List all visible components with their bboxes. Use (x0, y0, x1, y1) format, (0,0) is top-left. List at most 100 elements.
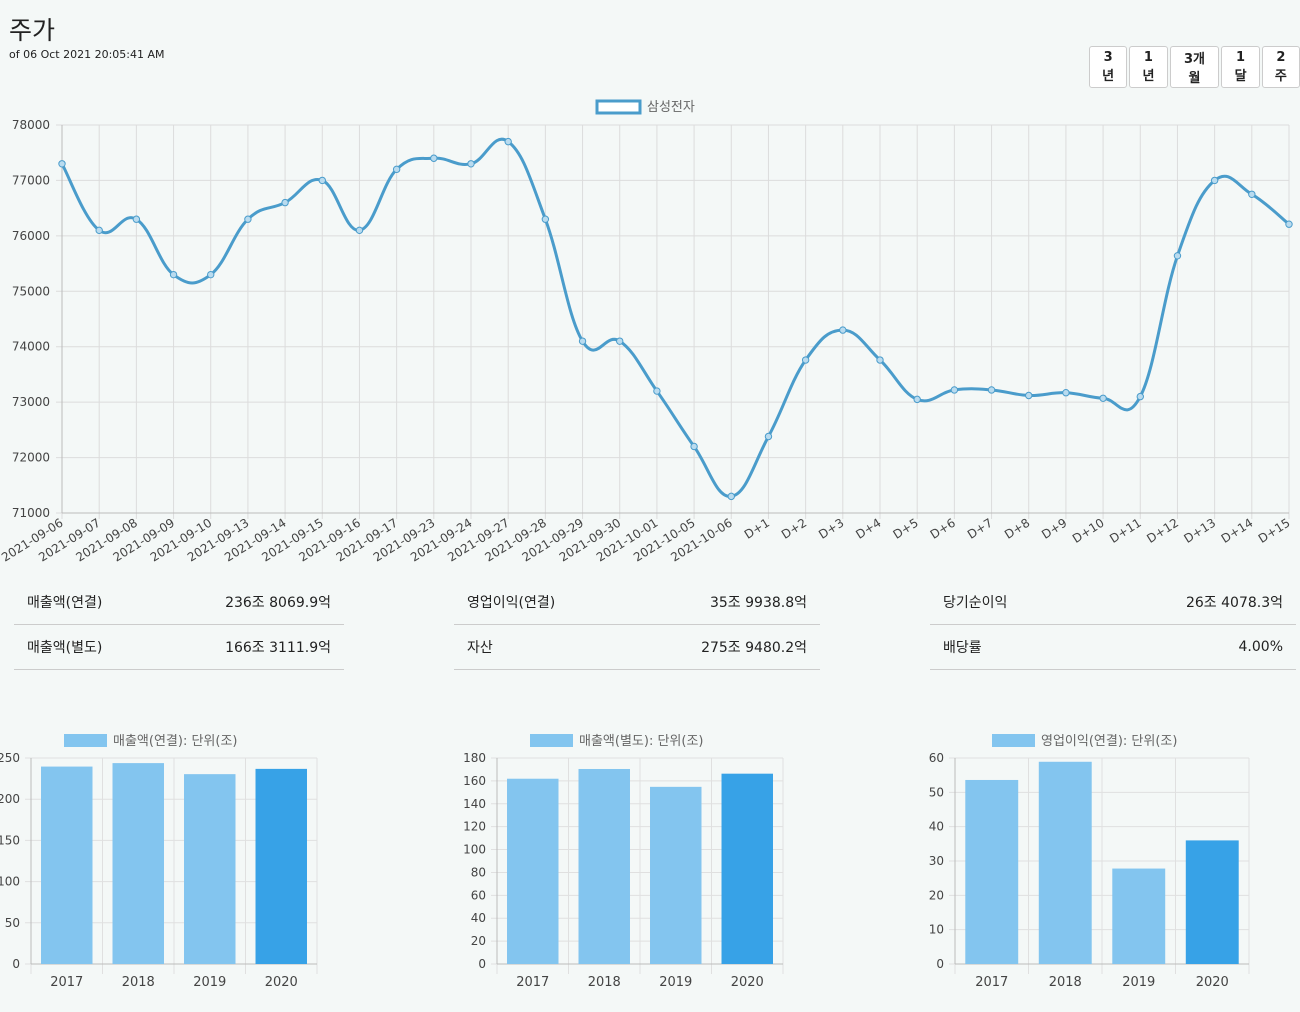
financial-value: 275조 9480.2억 (701, 640, 807, 656)
data-point (1210, 176, 1219, 185)
data-point (1248, 190, 1256, 198)
x-tick-label: D+2 (779, 516, 809, 542)
x-tick-label: 2020 (731, 975, 764, 990)
data-point (987, 386, 996, 394)
y-tick-label: 140 (463, 797, 486, 811)
data-point (504, 137, 512, 146)
data-point (95, 226, 103, 235)
x-tick-label: D+8 (1002, 516, 1032, 542)
financial-row: 자산 275조 9480.2억 (454, 625, 820, 670)
chart-legend: 삼성전자 (595, 99, 695, 115)
data-point (1062, 389, 1070, 397)
y-tick-label: 120 (463, 820, 486, 834)
x-tick-label: D+10 (1070, 516, 1107, 546)
y-tick-label: 40 (929, 820, 944, 834)
data-point (578, 337, 587, 345)
financial-value: 236조 8069.9억 (225, 595, 331, 611)
stock-price-line-chart: 삼성전자 71000 72000 73000 74000 75000 76000 77000 7… (0, 99, 1293, 565)
bar (112, 763, 164, 964)
data-point (541, 215, 550, 223)
x-tick-label: D+7 (965, 516, 995, 542)
x-tick-label: 2020 (1196, 975, 1229, 990)
chart-legend: 매출액(연결): 단위(조) (64, 734, 237, 749)
data-point (355, 226, 364, 235)
y-tick-label: 100 (0, 875, 20, 889)
y-tick-label: 80 (471, 865, 486, 879)
y-tick-label: 250 (0, 751, 20, 765)
financial-row: 당기순이익 26조 4078.3억 (930, 580, 1296, 625)
bar (1038, 761, 1092, 964)
data-point (318, 176, 326, 185)
financial-label: 배당률 (943, 640, 982, 656)
data-point (1136, 392, 1144, 401)
x-tick-label: D+3 (816, 516, 846, 542)
financial-column-1: 매출액(연결) 236조 8069.9억 매출액(별도) 166조 3111.9… (14, 580, 344, 670)
legend-label: 영업이익(연결): 단위(조) (1041, 734, 1177, 749)
y-tick-label: 0 (12, 957, 20, 971)
financial-label: 매출액(연결) (27, 595, 103, 611)
x-tick-label: 2019 (193, 975, 226, 990)
data-point (132, 215, 141, 223)
y-tick-label: 60 (929, 751, 944, 765)
legend-label: 삼성전자 (647, 100, 695, 115)
x-tick-label: 2018 (122, 975, 155, 990)
financial-value: 35조 9938.8억 (709, 595, 807, 611)
y-tick-label: 73000 (12, 395, 50, 409)
y-tick-label: 100 (463, 843, 486, 857)
bar (1185, 840, 1239, 964)
data-point (913, 395, 921, 404)
financial-value: 166조 3111.9억 (225, 640, 331, 656)
data-point (950, 386, 959, 394)
financial-column-2: 영업이익(연결) 35조 9938.8억 자산 275조 9480.2억 (454, 580, 820, 670)
chart-legend: 매출액(별도): 단위(조) (530, 734, 703, 749)
range-button-3m[interactable]: 3개월 (1169, 46, 1220, 88)
y-tick-label: 10 (929, 923, 944, 937)
data-point (1099, 394, 1107, 402)
financial-value: 26조 4078.3억 (1185, 595, 1283, 611)
range-button-3y[interactable]: 3년 (1089, 46, 1128, 88)
y-tick-label: 72000 (12, 451, 50, 465)
y-tick-label: 74000 (12, 340, 50, 354)
legend-swatch (64, 734, 107, 747)
y-tick-label: 160 (463, 774, 486, 788)
financial-row: 매출액(별도) 166조 3111.9억 (14, 625, 344, 670)
bar (1112, 868, 1166, 964)
revenue-consolidated-bar-chart: 매출액(연결): 단위(조) 0 50 100 150 200 250 2017 2018 201… (0, 734, 318, 990)
financial-label: 자산 (467, 640, 493, 656)
series-line (60, 137, 1290, 498)
data-point (169, 270, 178, 279)
x-tick-label: D+9 (1039, 516, 1069, 542)
x-tick-label: 2017 (50, 975, 83, 990)
data-point (467, 160, 475, 168)
y-tick-label: 20 (471, 934, 486, 948)
y-tick-label: 50 (929, 785, 944, 799)
financial-row: 매출액(연결) 236조 8069.9억 (14, 580, 344, 625)
financial-label: 매출액(별도) (27, 640, 103, 656)
y-tick-label: 150 (0, 833, 20, 847)
range-button-2w[interactable]: 2주 (1261, 46, 1300, 88)
financial-label: 영업이익(연결) (467, 595, 556, 611)
bar (578, 768, 630, 964)
y-tick-label: 40 (471, 911, 486, 925)
financial-row: 배당률 4.00% (930, 625, 1296, 670)
y-tick-label: 75000 (12, 284, 50, 298)
chart-legend: 영업이익(연결): 단위(조) (992, 734, 1177, 749)
data-point (727, 492, 735, 501)
data-point (653, 387, 661, 395)
data-point (839, 326, 847, 334)
timestamp: of 06 Oct 2021 20:05:41 AM (9, 48, 165, 61)
financial-value: 4.00% (1238, 639, 1283, 655)
x-tick-label: 2019 (1122, 975, 1155, 990)
y-tick-label: 60 (471, 888, 486, 902)
y-tick-label: 71000 (12, 506, 50, 520)
data-point (244, 215, 252, 223)
data-point (876, 356, 884, 364)
y-tick-label: 0 (936, 957, 944, 971)
range-button-1m[interactable]: 1달 (1221, 46, 1260, 88)
x-tick-label: D+13 (1181, 516, 1218, 546)
data-point (690, 442, 698, 451)
y-tick-label: 20 (929, 888, 944, 902)
bar (650, 786, 702, 964)
range-button-1y[interactable]: 1년 (1129, 46, 1168, 88)
legend-label: 매출액(별도): 단위(조) (579, 734, 703, 749)
